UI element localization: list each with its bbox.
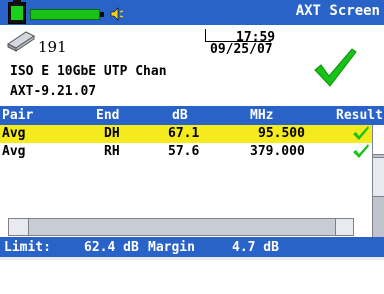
pass-check-icon xyxy=(314,48,357,87)
date-label: 09/25/07 xyxy=(210,42,273,57)
cell-pair: Avg xyxy=(2,126,26,141)
column-header-result: Result xyxy=(336,108,383,123)
record-count: 191 xyxy=(38,38,67,56)
pass-check-icon xyxy=(353,126,369,140)
cell-mhz: 95.500 xyxy=(258,126,305,141)
cell-db: 67.1 xyxy=(168,126,200,141)
limit-summary-bar: Limit: 62.4 dB Margin 4.7 dB xyxy=(0,237,384,257)
cable-type-label: ISO E 10GbE UTP Chan xyxy=(10,64,167,79)
limit-value: 62.4 dB xyxy=(84,240,139,255)
column-header-db: dB xyxy=(172,108,188,123)
cell-end: DH xyxy=(104,126,120,141)
app-title: AXT Screen xyxy=(295,3,380,19)
table-row[interactable]: Avg RH 57.6 379.000 xyxy=(0,143,384,161)
pass-check-icon xyxy=(353,144,369,158)
scroll-up-area[interactable] xyxy=(373,125,384,155)
cell-db: 57.6 xyxy=(168,144,200,159)
battery-icon xyxy=(8,0,26,24)
vertical-scroll-thumb[interactable] xyxy=(373,157,384,197)
status-header: AXT Screen xyxy=(0,0,384,25)
cell-pair: Avg xyxy=(2,144,26,159)
speaker-icon xyxy=(110,7,124,21)
test-id-label: AXT-9.21.07 xyxy=(10,84,97,99)
horizontal-scroll-thumb[interactable] xyxy=(9,219,29,235)
signal-level-icon xyxy=(30,9,104,20)
table-row[interactable]: Avg DH 67.1 95.500 xyxy=(0,125,384,143)
results-table-header: Pair End dB MHz Result xyxy=(0,106,384,125)
column-header-pair: Pair xyxy=(2,108,34,123)
cell-mhz: 379.000 xyxy=(250,144,305,159)
column-header-mhz: MHz xyxy=(250,108,274,123)
horizontal-scrollbar[interactable] xyxy=(8,218,354,236)
cell-end: RH xyxy=(104,144,120,159)
margin-value: 4.7 dB xyxy=(232,240,279,255)
vertical-scrollbar[interactable] xyxy=(372,125,384,237)
column-header-end: End xyxy=(96,108,120,123)
tape-cartridge-icon xyxy=(7,31,35,52)
scroll-right-button[interactable] xyxy=(335,219,353,235)
limit-label: Limit: xyxy=(4,240,51,255)
bottom-divider xyxy=(0,257,384,260)
margin-label: Margin xyxy=(148,240,195,255)
